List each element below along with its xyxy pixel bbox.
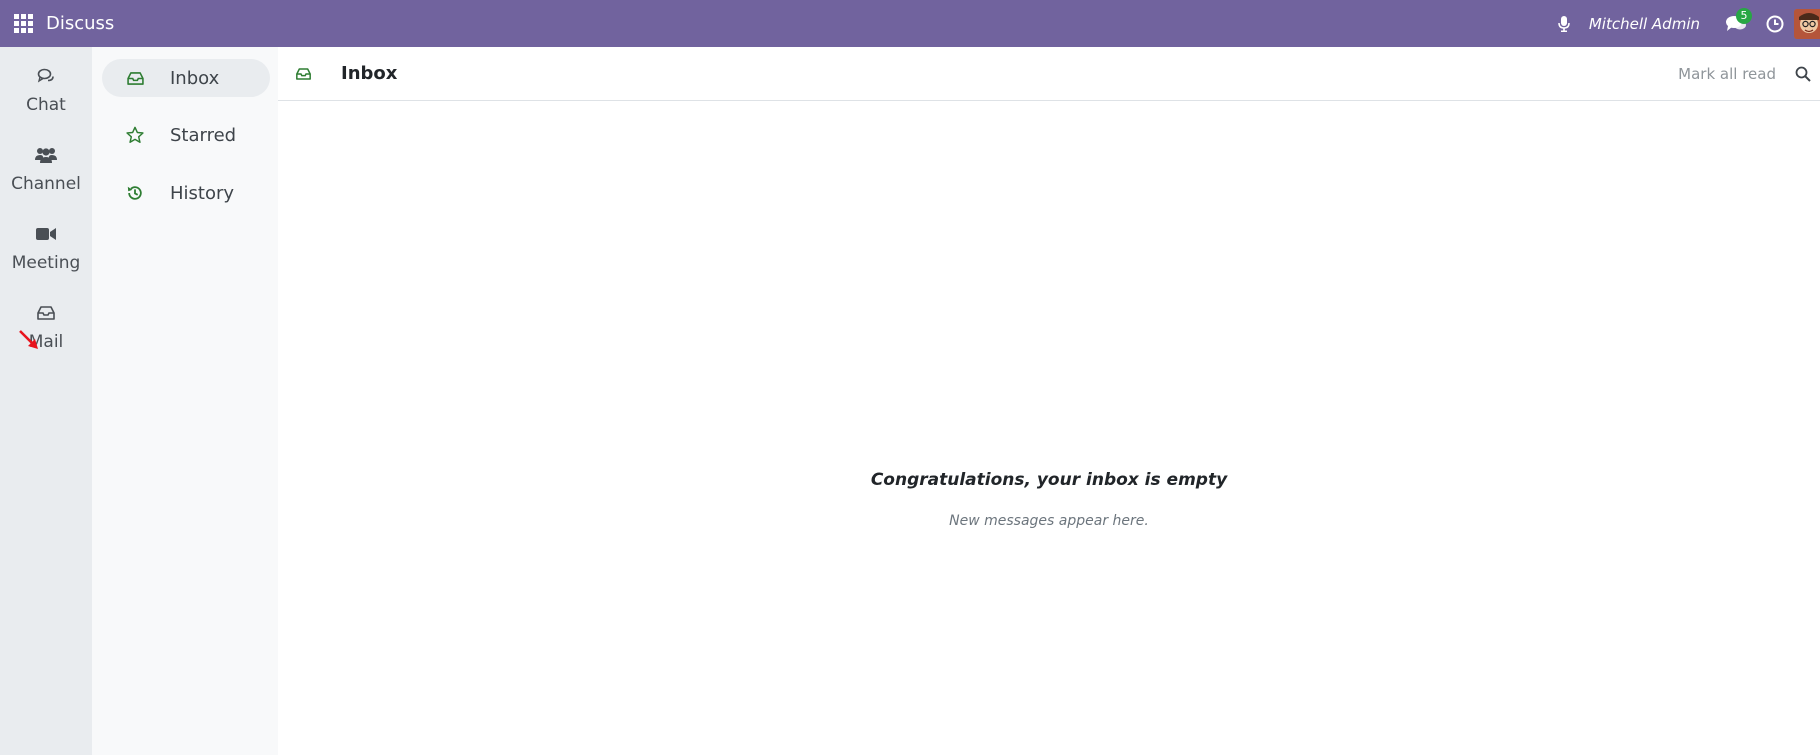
sidebar-item-label: Inbox xyxy=(170,67,220,89)
user-avatar[interactable] xyxy=(1794,8,1820,39)
sidebar-item-label: History xyxy=(170,182,235,204)
thread-title: Inbox xyxy=(341,63,398,84)
thread-view: Inbox Mark all read Congratulations, you… xyxy=(278,47,1820,755)
sidebar-item-history[interactable]: History xyxy=(102,174,270,212)
sidebar-item-starred[interactable]: Starred xyxy=(102,116,270,154)
rail-item-channel[interactable]: Channel xyxy=(0,130,92,200)
search-button[interactable] xyxy=(1792,63,1814,85)
activity-menu-button[interactable] xyxy=(1760,0,1790,47)
users-icon xyxy=(35,148,57,163)
inbox-icon xyxy=(37,306,55,320)
rail-item-meeting[interactable]: Meeting xyxy=(0,209,92,279)
microphone-icon xyxy=(1558,15,1570,32)
history-icon xyxy=(127,186,142,200)
apps-menu-button[interactable] xyxy=(0,0,46,47)
empty-inbox-subtitle: New messages appear here. xyxy=(949,513,1149,529)
sidebar-item-inbox[interactable]: Inbox xyxy=(102,59,270,97)
app-name[interactable]: Discuss xyxy=(46,13,114,34)
annotation-arrow-icon xyxy=(19,330,38,349)
rail-item-mail[interactable]: Mail xyxy=(0,288,92,358)
inbox-icon xyxy=(296,67,311,80)
mark-all-read-button[interactable]: Mark all read xyxy=(1678,65,1776,83)
thread-header: Inbox Mark all read xyxy=(278,47,1820,101)
user-menu[interactable]: Mitchell Admin xyxy=(1589,15,1700,33)
discuss-category-rail: Chat Channel Meeting Mail xyxy=(0,47,92,755)
sidebar-item-label: Starred xyxy=(170,124,237,146)
rail-item-label: Channel xyxy=(11,174,81,194)
rail-item-label: Meeting xyxy=(11,253,81,273)
chat-icon xyxy=(37,68,54,83)
rail-item-label: Chat xyxy=(26,95,66,115)
top-navbar: Discuss Mitchell Admin 5 xyxy=(0,0,1820,47)
avatar-face-icon xyxy=(1794,8,1820,39)
apps-grid-icon xyxy=(13,14,33,33)
inbox-icon xyxy=(126,71,144,85)
search-icon xyxy=(1795,66,1811,82)
messaging-menu-button[interactable]: 5 xyxy=(1720,0,1752,47)
microphone-button[interactable] xyxy=(1549,0,1579,47)
rail-item-chat[interactable]: Chat xyxy=(0,51,92,121)
empty-inbox-title: Congratulations, your inbox is empty xyxy=(870,470,1228,490)
video-icon xyxy=(36,228,56,240)
star-icon xyxy=(126,126,144,144)
mailbox-sidebar: Inbox Starred History xyxy=(92,47,278,755)
messages-count-badge: 5 xyxy=(1736,8,1752,24)
clock-icon xyxy=(1766,15,1784,32)
